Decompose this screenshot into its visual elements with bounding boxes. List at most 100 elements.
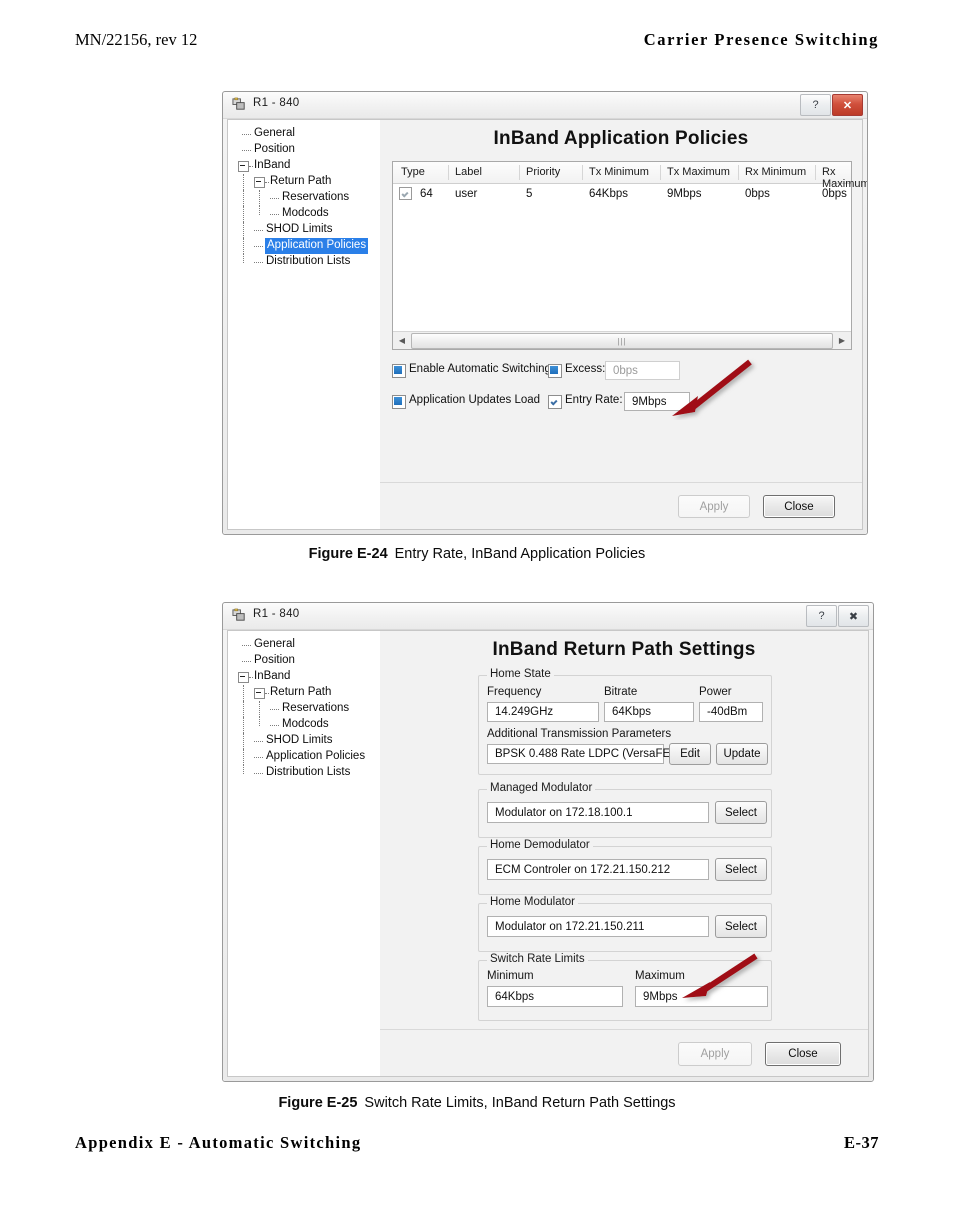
- column-header-tx-minimum[interactable]: Tx Minimum: [589, 166, 649, 178]
- entry-rate-value: 9Mbps: [632, 395, 667, 408]
- horizontal-scrollbar[interactable]: ◀ ||| ▶: [393, 331, 851, 349]
- additional-transmission-parameters-input[interactable]: BPSK 0.488 Rate LDPC (VersaFEC: [487, 744, 678, 764]
- managed-modulator-input[interactable]: Modulator on 172.18.100.1: [487, 802, 709, 823]
- running-footer: Appendix E - Automatic Switching E-37: [0, 1133, 954, 1163]
- sidebar-item-modcods[interactable]: Modcods: [234, 717, 378, 733]
- update-button[interactable]: Update: [716, 743, 768, 765]
- sidebar-item-return-path[interactable]: Return Path: [234, 685, 378, 701]
- sidebar-item-distribution-lists[interactable]: Distribution Lists: [234, 765, 378, 781]
- scrollbar-thumb[interactable]: |||: [411, 333, 833, 349]
- maximum-input[interactable]: 9Mbps: [635, 986, 768, 1007]
- help-icon[interactable]: ?: [800, 94, 831, 116]
- select-button-home-demodulator[interactable]: Select: [715, 858, 767, 881]
- sidebar-item-reservations[interactable]: Reservations: [234, 190, 378, 206]
- frequency-input[interactable]: 14.249GHz: [487, 702, 599, 722]
- sidebar-item-general[interactable]: General: [234, 637, 378, 653]
- sidebar-item-general[interactable]: General: [234, 126, 378, 142]
- collapse-minus-icon[interactable]: [238, 672, 249, 683]
- dialog2-navigation-tree[interactable]: General Position InBand Return Path Rese…: [228, 631, 381, 1076]
- tree-label: SHOD Limits: [266, 223, 333, 235]
- scroll-left-arrow-icon[interactable]: ◀: [394, 332, 410, 348]
- sidebar-item-distribution-lists[interactable]: Distribution Lists: [234, 254, 378, 270]
- figure-title: Switch Rate Limits, InBand Return Path S…: [364, 1095, 676, 1111]
- header-doc-number: MN/22156, rev 12: [75, 30, 198, 49]
- home-modulator-input[interactable]: Modulator on 172.21.150.211: [487, 916, 709, 937]
- figure-title: Entry Rate, InBand Application Policies: [394, 546, 646, 562]
- additional-transmission-parameters-label: Additional Transmission Parameters: [487, 728, 672, 740]
- dialog1-navigation-tree[interactable]: General Position InBand Return Path Rese…: [228, 120, 381, 529]
- dialog-window-application-policies[interactable]: R1 - 840 ? ✕ General Position InBand Ret…: [222, 91, 868, 535]
- tree-label: InBand: [254, 670, 291, 682]
- close-icon[interactable]: ✕: [832, 94, 863, 116]
- tree-label: Return Path: [270, 686, 332, 698]
- page-title: InBand Application Policies: [493, 128, 749, 149]
- checkbox-box-icon[interactable]: [392, 395, 406, 409]
- collapse-minus-icon[interactable]: [254, 177, 265, 188]
- sidebar-item-reservations[interactable]: Reservations: [234, 701, 378, 717]
- home-demodulator-input[interactable]: ECM Controler on 172.21.150.212: [487, 859, 709, 880]
- dialog1-titlebar[interactable]: R1 - 840 ? ✕: [223, 92, 867, 119]
- dialog2-titlebar[interactable]: R1 - 840 ? ✖: [223, 603, 873, 630]
- frequency-value: 14.249GHz: [495, 706, 554, 718]
- page-title: InBand Return Path Settings: [492, 639, 756, 660]
- row-checkbox[interactable]: [399, 187, 412, 200]
- footer-appendix-title: Appendix E - Automatic Switching: [75, 1133, 362, 1152]
- collapse-minus-icon[interactable]: [238, 161, 249, 172]
- sidebar-item-application-policies[interactable]: Application Policies: [234, 238, 378, 254]
- dialog2-button-bar: Apply Close: [380, 1029, 868, 1076]
- application-policies-table[interactable]: Type Label Priority Tx Minimum Tx Maximu…: [392, 161, 867, 350]
- bitrate-input[interactable]: 64Kbps: [604, 702, 694, 722]
- sidebar-item-position[interactable]: Position: [234, 653, 378, 669]
- power-input[interactable]: -40dBm: [699, 702, 763, 722]
- checkbox-box-icon[interactable]: [548, 364, 562, 378]
- scroll-right-arrow-icon[interactable]: ▶: [834, 332, 850, 348]
- figure-number: Figure E-25: [278, 1095, 358, 1111]
- close-icon[interactable]: ✖: [838, 605, 869, 627]
- tree-label: SHOD Limits: [266, 734, 333, 746]
- column-header-priority[interactable]: Priority: [526, 166, 560, 178]
- sidebar-item-shod-limits[interactable]: SHOD Limits: [234, 733, 378, 749]
- dialog1-tree-list: General Position InBand Return Path Rese…: [234, 126, 378, 270]
- collapse-minus-icon[interactable]: [254, 688, 265, 699]
- edit-button[interactable]: Edit: [669, 743, 711, 765]
- column-header-rx-minimum[interactable]: Rx Minimum: [745, 166, 806, 178]
- running-header: MN/22156, rev 12 Carrier Presence Switch…: [0, 30, 954, 58]
- column-header-label[interactable]: Label: [455, 166, 482, 178]
- checkbox-label: Entry Rate:: [565, 394, 623, 406]
- sidebar-item-shod-limits[interactable]: SHOD Limits: [234, 222, 378, 238]
- group-managed-modulator: Managed Modulator Modulator on 172.18.10…: [478, 782, 772, 838]
- sidebar-item-inband[interactable]: InBand: [234, 669, 378, 685]
- select-button-managed-modulator[interactable]: Select: [715, 801, 767, 824]
- excess-input[interactable]: 0bps: [605, 361, 680, 380]
- sidebar-item-application-policies[interactable]: Application Policies: [234, 749, 378, 765]
- select-button-home-modulator[interactable]: Select: [715, 915, 767, 938]
- cell-priority: 5: [526, 188, 533, 200]
- tree-label: General: [254, 127, 295, 139]
- help-icon[interactable]: ?: [806, 605, 837, 627]
- minimum-input[interactable]: 64Kbps: [487, 986, 623, 1007]
- sidebar-item-position[interactable]: Position: [234, 142, 378, 158]
- group-home-demodulator: Home Demodulator ECM Controler on 172.21…: [478, 839, 772, 895]
- frequency-label: Frequency: [487, 686, 542, 698]
- group-switch-rate-limits: Switch Rate Limits Minimum 64Kbps Maximu…: [478, 953, 772, 1021]
- apply-button[interactable]: Apply: [678, 1042, 752, 1066]
- table-row[interactable]: 64 user 5 64Kbps 9Mbps 0bps 0bps: [393, 183, 851, 205]
- dialog-window-return-path-settings[interactable]: R1 - 840 ? ✖ General Position InBand Ret…: [222, 602, 874, 1082]
- column-header-tx-maximum[interactable]: Tx Maximum: [667, 166, 730, 178]
- column-header-type[interactable]: Type: [401, 166, 425, 178]
- close-button[interactable]: Close: [765, 1042, 841, 1066]
- checkbox-box-icon[interactable]: [548, 395, 562, 409]
- checkbox-box-icon[interactable]: [392, 364, 406, 378]
- dialog1-content-pane: InBand Application Policies Type Label P…: [380, 120, 867, 529]
- apply-button[interactable]: Apply: [678, 495, 750, 518]
- close-button[interactable]: Close: [763, 495, 835, 518]
- sidebar-item-return-path[interactable]: Return Path: [234, 174, 378, 190]
- entry-rate-input[interactable]: 9Mbps: [624, 392, 690, 411]
- bitrate-value: 64Kbps: [612, 706, 652, 718]
- sidebar-item-inband[interactable]: InBand: [234, 158, 378, 174]
- dialog2-content-pane: InBand Return Path Settings Home State F…: [380, 631, 868, 1076]
- dialog1-title: R1 - 840: [253, 97, 300, 109]
- sidebar-item-modcods[interactable]: Modcods: [234, 206, 378, 222]
- dialog2-tree-list: General Position InBand Return Path Rese…: [234, 637, 378, 781]
- app-window-icon: [232, 608, 245, 621]
